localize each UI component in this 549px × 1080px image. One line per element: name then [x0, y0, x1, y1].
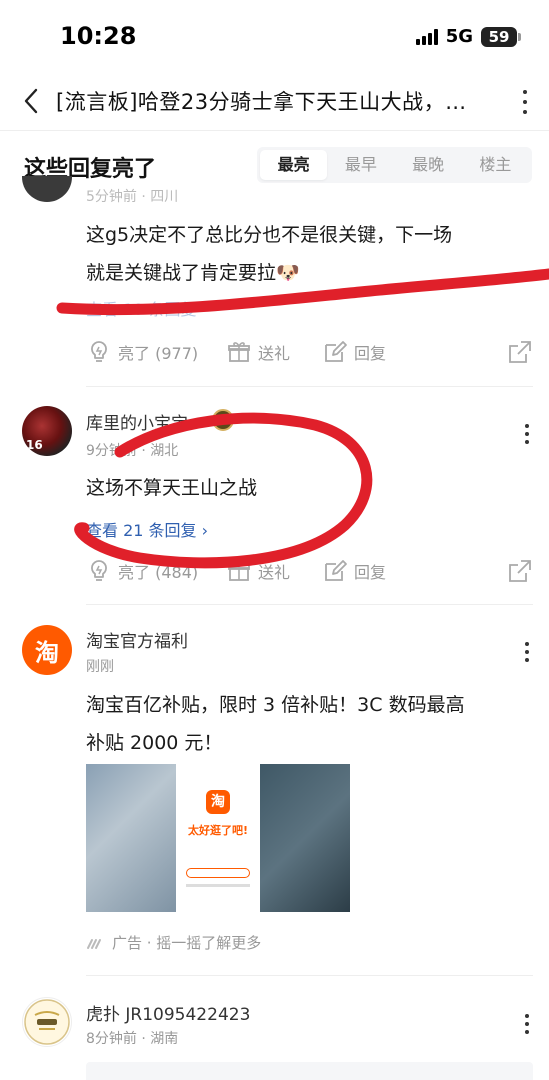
ad-text-line: 淘宝百亿补贴，限时 3 倍补贴！3C 数码最高 [86, 694, 465, 716]
tab-op-only[interactable]: 楼主 [462, 150, 529, 180]
comment-divider [86, 386, 533, 387]
taobao-app-icon: 淘 [206, 790, 230, 814]
ad-text[interactable]: 淘宝百亿补贴，限时 3 倍补贴！3C 数码最高 补贴 2000 元！ [86, 686, 531, 762]
comment-text[interactable]: 这场不算天王山之战 [86, 469, 531, 507]
comment-text-line: 这g5决定不了总比分也不是很关键，下一场 [86, 224, 453, 246]
lightbulb-icon [91, 341, 107, 362]
ad-search-bar [186, 868, 250, 878]
shake-icon [87, 938, 101, 949]
ad-text-line: 补贴 2000 元！ [86, 732, 223, 754]
status-time: 10:28 [60, 22, 137, 50]
comment-actions: 亮了 (484) 送礼 回复 [86, 553, 533, 589]
battery-level: 59 [488, 27, 510, 46]
ad-image-right [260, 764, 350, 912]
comment-meta: 8分钟前 · 湖南 [86, 1031, 179, 1047]
network-type: 5G [445, 26, 473, 47]
ad-username[interactable]: 淘宝官方福利 [86, 627, 188, 652]
comment-divider [86, 604, 533, 605]
comment-username[interactable]: 虎扑 JR1095422423 [86, 1000, 250, 1025]
signal-icon [415, 28, 438, 45]
quoted-reply-box[interactable] [86, 1062, 533, 1080]
share-icon[interactable] [507, 558, 533, 584]
avatar[interactable] [22, 997, 72, 1047]
gift-icon [228, 561, 250, 581]
comment-text[interactable]: 这g5决定不了总比分也不是很关键，下一场 就是关键战了肯定要拉🐶 [86, 216, 531, 292]
comment-text-line: 就是关键战了肯定要拉🐶 [86, 262, 300, 284]
ad-footer-text: 广告 · 摇一摇了解更多 [112, 934, 262, 952]
gift-button[interactable]: 送礼 [226, 558, 322, 584]
light-count: 亮了 (484) [118, 563, 199, 582]
reply-button[interactable]: 回复 [322, 558, 386, 584]
view-replies-link[interactable]: 查看 21 条回复 › [86, 517, 208, 541]
reply-label: 回复 [354, 563, 387, 582]
nav-bar: [流言板]哈登23分骑士拿下天王山大战，… [0, 72, 549, 130]
gift-icon [228, 342, 250, 362]
comment-divider [86, 975, 533, 976]
edit-icon [325, 560, 347, 581]
comment-actions: 亮了 (977) 送礼 回复 [86, 334, 533, 370]
ad-image-carousel[interactable]: 淘 太好逛了吧! [86, 764, 350, 912]
ad-image-center: 淘 太好逛了吧! [176, 764, 260, 912]
comment-more-button[interactable] [523, 1012, 531, 1036]
sort-tabs: 最亮 最早 最晚 楼主 [257, 147, 532, 183]
ad-footer[interactable]: 广告 · 摇一摇了解更多 [86, 932, 261, 953]
light-button[interactable]: 亮了 (484) [86, 558, 226, 584]
avatar[interactable]: 16 [22, 406, 72, 456]
back-button[interactable] [6, 76, 56, 126]
more-options-button[interactable] [513, 88, 537, 116]
reply-label: 回复 [354, 344, 387, 363]
tab-hottest[interactable]: 最亮 [260, 150, 328, 180]
light-button[interactable]: 亮了 (977) [86, 339, 226, 365]
ad-avatar[interactable]: 淘 [22, 625, 72, 675]
view-replies-link[interactable]: 查看 10 条回复 [86, 296, 197, 320]
user-badge-icon [212, 409, 234, 431]
status-indicators: 5G 59 [415, 26, 521, 47]
gift-label: 送礼 [258, 344, 291, 363]
ad-more-button[interactable] [523, 640, 531, 664]
share-icon[interactable] [507, 339, 533, 365]
ad-meta: 刚刚 [86, 659, 114, 675]
battery-icon: 59 [481, 26, 521, 47]
comment-meta: 5分钟前 · 四川 [86, 189, 179, 205]
ad-text-stub [186, 884, 250, 887]
taobao-logo-icon: 淘 [35, 638, 59, 667]
tab-latest[interactable]: 最晚 [395, 150, 462, 180]
avatar[interactable] [22, 176, 72, 202]
comment-meta: 9分钟前 · 湖北 [86, 443, 179, 459]
chevron-left-icon [24, 88, 38, 114]
edit-icon [325, 341, 347, 362]
tab-earliest[interactable]: 最早 [327, 150, 394, 180]
page-title: [流言板]哈登23分骑士拿下天王山大战，… [56, 90, 467, 114]
ad-image-left [86, 764, 176, 912]
gift-label: 送礼 [258, 563, 291, 582]
lightbulb-icon [91, 560, 107, 581]
hupu-default-avatar-icon [24, 999, 70, 1045]
light-count: 亮了 (977) [118, 344, 199, 363]
ad-slogan: 太好逛了吧! [187, 824, 249, 837]
comment-more-button[interactable] [523, 422, 531, 446]
status-bar: 10:28 5G 59 [0, 0, 549, 72]
section-header: 这些回复亮了 最亮 最早 最晚 楼主 [0, 131, 549, 197]
comment-username[interactable]: 库里的小宝宝 [86, 409, 188, 434]
reply-button[interactable]: 回复 [322, 339, 386, 365]
gift-button[interactable]: 送礼 [226, 339, 322, 365]
